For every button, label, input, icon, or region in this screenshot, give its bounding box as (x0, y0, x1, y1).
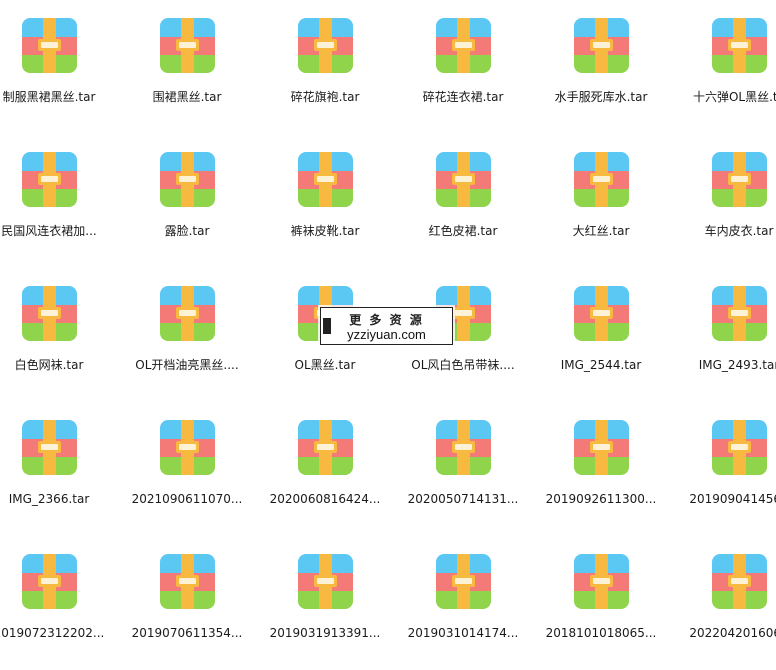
file-item[interactable]: 2019090414563 (670, 402, 776, 536)
file-item[interactable]: 民国风连衣裙加... (0, 134, 118, 268)
file-name-label: 2019070611354... (131, 626, 243, 640)
archive-file-icon (712, 554, 767, 609)
archive-file-icon (160, 420, 215, 475)
file-name-label: 2020050714131... (407, 492, 519, 506)
archive-file-icon (160, 152, 215, 207)
file-name-label: 露脸.tar (164, 224, 210, 238)
file-item[interactable]: 2021090611070... (118, 402, 256, 536)
file-name-label: 车内皮衣.tar (704, 224, 774, 238)
archive-file-icon (574, 286, 629, 341)
archive-file-icon (712, 286, 767, 341)
file-item[interactable]: IMG_2544.tar (532, 268, 670, 402)
archive-file-icon (298, 152, 353, 207)
file-name-label: 2018101018065... (545, 626, 657, 640)
file-item[interactable]: 2019092611300... (532, 402, 670, 536)
archive-file-icon (298, 18, 353, 73)
file-item[interactable]: 碎花旗袍.tar (256, 0, 394, 134)
file-item[interactable]: 裤袜皮靴.tar (256, 134, 394, 268)
archive-file-icon (22, 554, 77, 609)
archive-file-icon (574, 554, 629, 609)
file-name-label: OL开档油亮黑丝.... (135, 358, 239, 372)
file-name-label: 碎花旗袍.tar (290, 90, 360, 104)
file-name-label: 红色皮裙.tar (428, 224, 498, 238)
file-item[interactable]: 2019031913391... (256, 536, 394, 670)
archive-file-icon (160, 554, 215, 609)
file-item[interactable]: 2019070611354... (118, 536, 256, 670)
file-item[interactable]: 2019031014174... (394, 536, 532, 670)
file-item[interactable]: IMG_2493.tar (670, 268, 776, 402)
archive-file-icon (298, 420, 353, 475)
file-name-label: 2019031913391... (269, 626, 381, 640)
file-item[interactable]: 2018101018065... (532, 536, 670, 670)
archive-file-icon (712, 18, 767, 73)
file-name-label: 2022042016063 (689, 626, 776, 640)
file-name-label: IMG_2493.tar (698, 358, 776, 372)
archive-file-icon (22, 420, 77, 475)
file-name-label: 2019092611300... (545, 492, 657, 506)
archive-file-icon (436, 18, 491, 73)
file-item[interactable]: 车内皮衣.tar (670, 134, 776, 268)
file-name-label: 碎花连衣裙.tar (422, 90, 504, 104)
file-name-label: IMG_2544.tar (560, 358, 642, 372)
file-name-label: 水手服死库水.tar (554, 90, 648, 104)
file-item[interactable]: IMG_2366.tar (0, 402, 118, 536)
archive-file-icon (160, 18, 215, 73)
archive-file-icon (436, 554, 491, 609)
file-name-label: 制服黑裙黑丝.tar (2, 90, 96, 104)
file-name-label: 2021090611070... (131, 492, 243, 506)
file-name-label: 民国风连衣裙加... (1, 224, 97, 238)
file-name-label: 大红丝.tar (572, 224, 630, 238)
file-item[interactable]: 2019072312202... (0, 536, 118, 670)
file-item[interactable]: 露脸.tar (118, 134, 256, 268)
archive-file-icon (298, 554, 353, 609)
file-name-label: 2019031014174... (407, 626, 519, 640)
file-item[interactable]: 红色皮裙.tar (394, 134, 532, 268)
file-item[interactable]: 水手服死库水.tar (532, 0, 670, 134)
file-item[interactable]: OL开档油亮黑丝.... (118, 268, 256, 402)
file-item[interactable]: 白色网袜.tar (0, 268, 118, 402)
file-item[interactable]: 2020050714131... (394, 402, 532, 536)
file-name-label: 2019072312202... (0, 626, 105, 640)
file-name-label: IMG_2366.tar (8, 492, 90, 506)
archive-file-icon (22, 286, 77, 341)
archive-file-icon (712, 420, 767, 475)
archive-file-icon (436, 152, 491, 207)
file-item[interactable]: 制服黑裙黑丝.tar (0, 0, 118, 134)
file-name-label: OL黑丝.tar (294, 358, 356, 372)
file-item[interactable]: 碎花连衣裙.tar (394, 0, 532, 134)
file-item[interactable]: 大红丝.tar (532, 134, 670, 268)
archive-file-icon (436, 420, 491, 475)
file-name-label: 裤袜皮靴.tar (290, 224, 360, 238)
file-item[interactable]: 2022042016063 (670, 536, 776, 670)
file-name-label: OL风白色吊带袜.... (411, 358, 515, 372)
file-name-label: 白色网袜.tar (14, 358, 84, 372)
file-name-label: 围裙黑丝.tar (152, 90, 222, 104)
watermark-url: yzziyuan.com (347, 327, 426, 342)
archive-file-icon (574, 420, 629, 475)
archive-file-icon (160, 286, 215, 341)
archive-file-icon (22, 152, 77, 207)
file-name-label: 2020060816424... (269, 492, 381, 506)
file-item[interactable]: 围裙黑丝.tar (118, 0, 256, 134)
watermark-overlay: 更 多 资 源 yzziyuan.com (320, 307, 453, 345)
watermark-title: 更 多 资 源 (349, 313, 424, 327)
archive-file-icon (712, 152, 767, 207)
file-name-label: 2019090414563 (689, 492, 776, 506)
archive-file-icon (574, 152, 629, 207)
file-item[interactable]: 2020060816424... (256, 402, 394, 536)
file-name-label: 十六弹OL黑丝.ta (692, 90, 776, 104)
archive-file-icon (574, 18, 629, 73)
file-item[interactable]: 十六弹OL黑丝.ta (670, 0, 776, 134)
archive-file-icon (22, 18, 77, 73)
